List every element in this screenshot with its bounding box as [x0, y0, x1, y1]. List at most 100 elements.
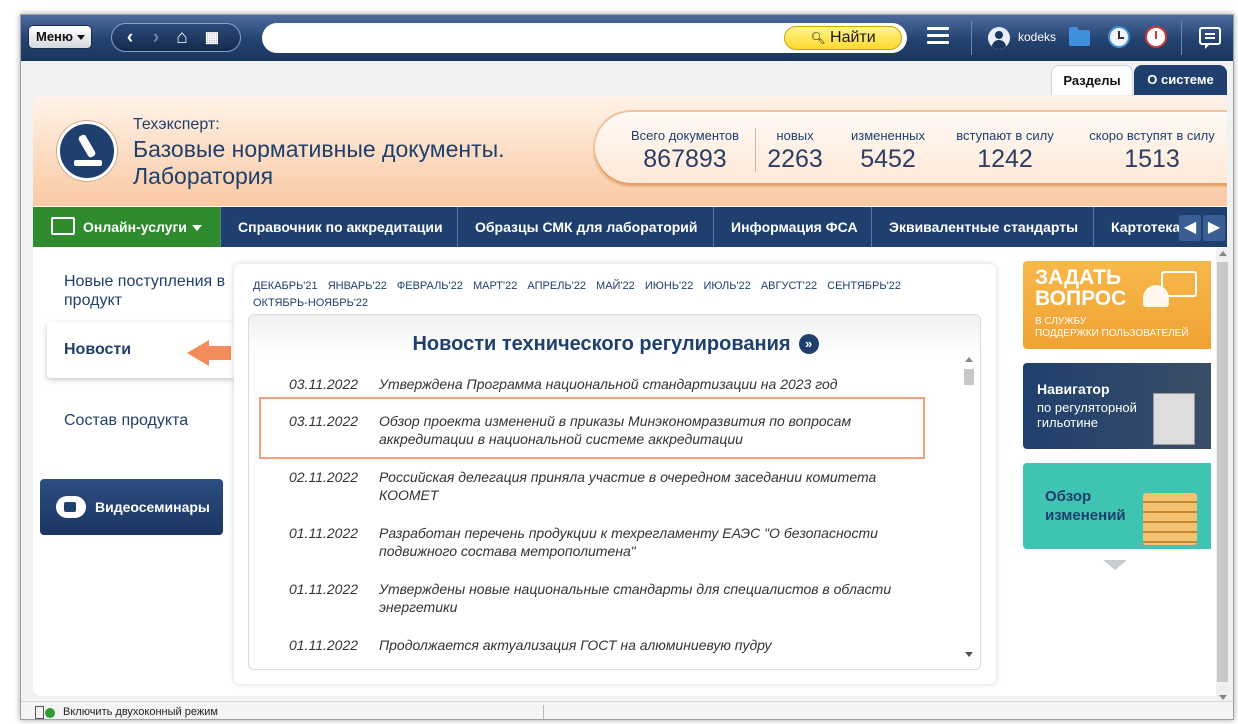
pointer-arrow-icon	[187, 340, 231, 366]
home-icon[interactable]: ⌂	[170, 27, 194, 49]
webinars-button[interactable]: Видеосеминары	[40, 479, 223, 535]
stat-new[interactable]: новых 2263	[757, 128, 833, 174]
stopwatch-icon[interactable]	[1145, 26, 1167, 48]
menu-button-label: Меню	[36, 29, 74, 44]
scroll-thumb[interactable]	[964, 369, 974, 385]
nav-accreditation-guide[interactable]: Справочник по аккредитации	[222, 207, 458, 247]
top-toolbar: Меню ‹ › ⌂ ▦ 🔍︎ Найти kodeks	[21, 15, 1233, 61]
stat-value: 2263	[767, 145, 823, 173]
promo-scroll-down-icon[interactable]	[1103, 560, 1127, 570]
month-link[interactable]: ЯНВАРЬ'22	[328, 280, 387, 292]
scroll-down-icon[interactable]	[965, 652, 973, 657]
month-link[interactable]: АВГУСТ'22	[761, 280, 817, 292]
nav-fsa-info[interactable]: Информация ФСА	[715, 207, 872, 247]
ask-sub1: В СЛУЖБУ	[1035, 316, 1087, 327]
month-link[interactable]: СЕНТЯБРЬ'22	[827, 280, 901, 292]
dual-window-toggle[interactable]: Включить двухоконный режим	[63, 706, 218, 718]
nav-scroll-right-icon[interactable]: ▶	[1203, 215, 1225, 241]
folder-icon[interactable]	[1069, 27, 1090, 46]
scroll-thumb[interactable]	[1217, 262, 1228, 682]
stat-label: новых	[776, 128, 814, 143]
ask-line2: ВОПРОС	[1035, 287, 1127, 310]
nav-qms-samples[interactable]: Образцы СМК для лабораторий	[459, 207, 714, 247]
stat-label: измененных	[850, 128, 925, 143]
user-icon[interactable]	[988, 27, 1010, 49]
feedback-chat-icon[interactable]	[1199, 27, 1221, 49]
news-text[interactable]: Российская делегация приняла участие в о…	[379, 468, 909, 504]
month-link[interactable]: МАЙ'22	[596, 280, 635, 292]
monitor-cursor-icon	[51, 217, 75, 235]
review-line1: Обзор	[1045, 488, 1092, 505]
ask-banner-title: ЗАДАТЬ ВОПРОС	[1035, 267, 1126, 309]
month-link[interactable]: МАРТ'22	[473, 280, 517, 292]
stat-label: вступают в силу	[956, 128, 1054, 143]
services-nav: Онлайн-услуги Справочник по аккредитации…	[33, 207, 1227, 247]
stat-value: 1242	[977, 145, 1033, 173]
navigation-group: ‹ › ⌂ ▦	[111, 23, 241, 52]
application-window: Меню ‹ › ⌂ ▦ 🔍︎ Найти kodeks Разделы О с…	[20, 14, 1234, 720]
news-heading-text: Новости технического регулирования	[412, 333, 791, 355]
scroll-up-icon[interactable]	[965, 357, 973, 362]
nav-scroll-left-icon[interactable]: ◀	[1179, 215, 1201, 241]
stat-effective[interactable]: вступают в силу 1242	[943, 128, 1067, 174]
history-clock-icon[interactable]	[1108, 26, 1130, 48]
product-subtitle: Техэксперт:	[133, 116, 220, 133]
scroll-up-icon[interactable]	[1219, 251, 1227, 256]
menu-button[interactable]: Меню	[28, 25, 92, 49]
news-date: 01.11.2022	[289, 525, 359, 541]
status-divider	[543, 705, 544, 719]
ask-question-banner[interactable]: ЗАДАТЬ ВОПРОС В СЛУЖБУ ПОДДЕРЖКИ ПОЛЬЗОВАТ…	[1023, 261, 1211, 349]
sidebar-item-composition[interactable]: Состав продукта	[47, 412, 234, 430]
month-link[interactable]: ДЕКАБРЬ'21	[253, 280, 318, 292]
news-heading[interactable]: Новости технического регулирования »	[249, 333, 982, 356]
hamburger-menu-icon[interactable]	[927, 27, 949, 47]
news-text[interactable]: Разработан перечень продукции к техрегла…	[379, 524, 909, 560]
month-link[interactable]: АПРЕЛЬ'22	[527, 280, 586, 292]
stat-upcoming[interactable]: скоро вступят в силу 1513	[1077, 128, 1227, 174]
double-chevron-right-icon[interactable]: »	[798, 334, 819, 354]
month-link[interactable]: ОКТЯБРЬ-НОЯБРЬ'22	[253, 297, 368, 309]
document-stats: Всего документов 867893 новых 2263 измен…	[593, 110, 1227, 188]
stat-total[interactable]: Всего документов 867893	[625, 128, 745, 174]
news-scrollbar[interactable]	[962, 355, 976, 659]
stat-changed[interactable]: измененных 5452	[845, 128, 931, 174]
find-button[interactable]: 🔍︎ Найти	[784, 26, 902, 50]
user-name[interactable]: kodeks	[1018, 30, 1056, 44]
tab-about-system[interactable]: О системе	[1134, 65, 1227, 95]
changes-review-banner[interactable]: Обзор изменений	[1023, 463, 1211, 549]
back-arrow-icon[interactable]: ‹	[118, 27, 142, 49]
stat-value: 5452	[860, 145, 916, 173]
navigator-sub2: гильотине	[1037, 415, 1098, 430]
nav-equivalent-standards[interactable]: Эквивалентные стандарты	[873, 207, 1094, 247]
news-text[interactable]: Утверждена Программа национальной станда…	[379, 375, 909, 393]
video-camera-icon	[56, 496, 86, 518]
nav-label: Онлайн-услуги	[83, 219, 187, 235]
news-text[interactable]: Продолжается актуализация ГОСТ на алюмин…	[379, 636, 909, 654]
news-list-panel: Новости технического регулирования » 03.1…	[248, 314, 981, 670]
forward-arrow-icon[interactable]: ›	[144, 27, 168, 49]
product-title: Базовые нормативные документы. Лаборатор…	[133, 136, 505, 189]
month-filter: ДЕКАБРЬ'21 ЯНВАРЬ'22 ФЕВРАЛЬ'22 МАРТ'22 …	[253, 278, 953, 312]
grid-icon[interactable]: ▦	[200, 27, 224, 49]
news-text[interactable]: Обзор проекта изменений в приказы Минэко…	[379, 412, 909, 448]
month-link[interactable]: ИЮНЬ'22	[645, 280, 694, 292]
stat-value: 1513	[1124, 145, 1180, 173]
month-link[interactable]: ФЕВРАЛЬ'22	[397, 280, 463, 292]
scroll-down-icon[interactable]	[1219, 695, 1227, 700]
page-scrollbar[interactable]	[1216, 248, 1229, 703]
stat-label: скоро вступят в силу	[1089, 128, 1215, 143]
review-title: Обзор изменений	[1045, 487, 1126, 525]
status-bar: Включить двухоконный режим	[21, 701, 1233, 719]
nav-online-services[interactable]: Онлайн-услуги	[33, 207, 221, 247]
news-date: 02.11.2022	[289, 469, 359, 485]
regulatory-navigator-banner[interactable]: Навигатор по регуляторной гильотине	[1023, 363, 1211, 449]
sidebar-item-new-arrivals[interactable]: Новые поступления в продукт	[47, 272, 234, 310]
dual-window-icon[interactable]	[35, 706, 57, 719]
tab-sections[interactable]: Разделы	[1051, 65, 1133, 95]
main-panel: Техэксперт: Базовые нормативные документ…	[33, 96, 1227, 696]
news-text[interactable]: Утверждены новые национальные стандарты …	[379, 580, 909, 616]
nav-card-index[interactable]: Картотека	[1095, 207, 1179, 247]
search-icon: 🔍︎	[810, 31, 826, 45]
month-link[interactable]: ИЮЛЬ'22	[703, 280, 750, 292]
ask-sub2: ПОДДЕРЖКИ ПОЛЬЗОВАТЕЛЕЙ	[1035, 328, 1189, 339]
